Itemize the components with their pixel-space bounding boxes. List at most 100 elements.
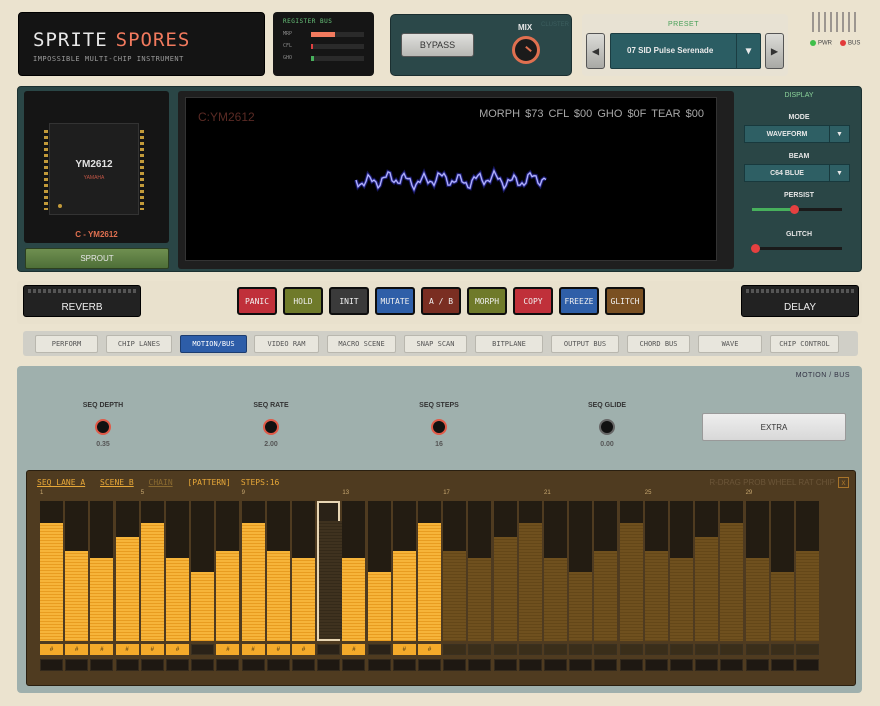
sprout-button[interactable]: SPROUT — [25, 248, 169, 269]
step-prob[interactable] — [115, 659, 139, 671]
step-bar[interactable] — [367, 572, 391, 641]
step-prob[interactable] — [241, 659, 265, 671]
step-bar[interactable] — [518, 523, 542, 641]
delay-button[interactable]: DELAY — [741, 285, 859, 317]
beam-select[interactable]: C64 BLUE ▼ — [744, 164, 850, 182]
fx-button-a-b[interactable]: A / B — [421, 287, 461, 315]
step-bar[interactable] — [65, 551, 89, 641]
step-bar[interactable] — [594, 551, 618, 641]
step-column[interactable] — [90, 501, 114, 641]
step-gate[interactable] — [720, 644, 744, 655]
step-bar[interactable] — [644, 551, 668, 641]
step-gate[interactable]: # — [90, 644, 114, 655]
step-bar[interactable] — [319, 521, 343, 639]
preset-prev-button[interactable]: ◀ — [586, 33, 605, 69]
step-bar[interactable] — [241, 523, 265, 641]
step-gate[interactable] — [670, 644, 693, 655]
step-prob[interactable] — [796, 659, 819, 671]
step-gate[interactable]: # — [140, 644, 164, 655]
step-prob[interactable] — [90, 659, 114, 671]
step-gate[interactable] — [594, 644, 618, 655]
tab-bitplane[interactable]: BITPLANE — [475, 335, 543, 353]
step-prob[interactable] — [644, 659, 668, 671]
step-prob[interactable] — [367, 659, 391, 671]
tab-output-bus[interactable]: OUTPUT BUS — [551, 335, 619, 353]
tab-video-ram[interactable]: VIDEO RAM — [254, 335, 319, 353]
step-column[interactable] — [670, 501, 693, 641]
step-column[interactable] — [166, 501, 189, 641]
step-gate[interactable]: # — [166, 644, 189, 655]
step-prob[interactable] — [342, 659, 366, 671]
persist-slider[interactable] — [752, 205, 842, 214]
step-column[interactable] — [745, 501, 769, 641]
scene-selector[interactable]: SCENE B — [100, 478, 134, 487]
step-column[interactable] — [140, 501, 164, 641]
step-bar[interactable] — [619, 523, 643, 641]
reverb-button[interactable]: REVERB — [23, 285, 141, 317]
step-column[interactable] — [468, 501, 492, 641]
step-bar[interactable] — [392, 551, 416, 641]
step-gate[interactable] — [468, 644, 492, 655]
step-gate[interactable] — [518, 644, 542, 655]
step-gate[interactable] — [443, 644, 467, 655]
step-bar[interactable] — [90, 558, 114, 641]
step-prob[interactable] — [292, 659, 315, 671]
fx-button-hold[interactable]: HOLD — [283, 287, 323, 315]
step-bar[interactable] — [670, 558, 693, 641]
step-bar[interactable] — [191, 572, 215, 641]
fx-button-panic[interactable]: PANIC — [237, 287, 277, 315]
tab-chip-lanes[interactable]: CHIP LANES — [106, 335, 172, 353]
step-column[interactable] — [65, 501, 89, 641]
step-prob[interactable] — [65, 659, 89, 671]
pattern-mode[interactable]: [PATTERN] — [187, 478, 230, 487]
step-gate[interactable]: # — [115, 644, 139, 655]
step-gate[interactable] — [619, 644, 643, 655]
step-prob[interactable] — [594, 659, 618, 671]
step-prob[interactable] — [443, 659, 467, 671]
step-bar[interactable] — [544, 558, 567, 641]
step-bar[interactable] — [115, 537, 139, 641]
step-gate[interactable]: # — [65, 644, 89, 655]
step-gate[interactable]: # — [418, 644, 441, 655]
lane-selector[interactable]: SEQ LANE A — [37, 478, 85, 487]
step-column[interactable] — [191, 501, 215, 641]
step-column[interactable] — [266, 501, 290, 641]
step-prob[interactable] — [544, 659, 567, 671]
step-column[interactable] — [317, 501, 343, 641]
step-column[interactable] — [720, 501, 744, 641]
step-bar[interactable] — [266, 551, 290, 641]
tab-perform[interactable]: PERFORM — [35, 335, 98, 353]
step-gate[interactable] — [367, 644, 391, 655]
step-prob[interactable] — [166, 659, 189, 671]
fx-button-glitch[interactable]: GLITCH — [605, 287, 645, 315]
fx-button-freeze[interactable]: FREEZE — [559, 287, 599, 315]
step-bar[interactable] — [292, 558, 315, 641]
step-column[interactable] — [518, 501, 542, 641]
tab-wave[interactable]: WAVE — [698, 335, 762, 353]
tab-snap-scan[interactable]: SNAP SCAN — [404, 335, 467, 353]
step-gate[interactable]: # — [266, 644, 290, 655]
step-bar[interactable] — [443, 551, 467, 641]
step-gate[interactable] — [544, 644, 567, 655]
glitch-slider[interactable] — [750, 244, 842, 253]
step-gate[interactable]: # — [292, 644, 315, 655]
step-column[interactable] — [594, 501, 618, 641]
step-prob[interactable] — [695, 659, 719, 671]
step-bar[interactable] — [342, 558, 366, 641]
step-column[interactable] — [493, 501, 517, 641]
step-prob[interactable] — [493, 659, 517, 671]
step-column[interactable] — [115, 501, 139, 641]
step-prob[interactable] — [418, 659, 441, 671]
fx-button-mutate[interactable]: MUTATE — [375, 287, 415, 315]
step-prob[interactable] — [619, 659, 643, 671]
step-bar[interactable] — [569, 572, 593, 641]
step-prob[interactable] — [216, 659, 240, 671]
step-prob[interactable] — [392, 659, 416, 671]
step-column[interactable] — [619, 501, 643, 641]
step-bar[interactable] — [695, 537, 719, 641]
step-bar[interactable] — [720, 523, 744, 641]
preset-select[interactable]: 07 SID Pulse Serenade ▼ — [610, 33, 761, 69]
step-prob[interactable] — [468, 659, 492, 671]
step-bar[interactable] — [796, 551, 819, 641]
persist-slider-thumb[interactable] — [790, 205, 800, 214]
